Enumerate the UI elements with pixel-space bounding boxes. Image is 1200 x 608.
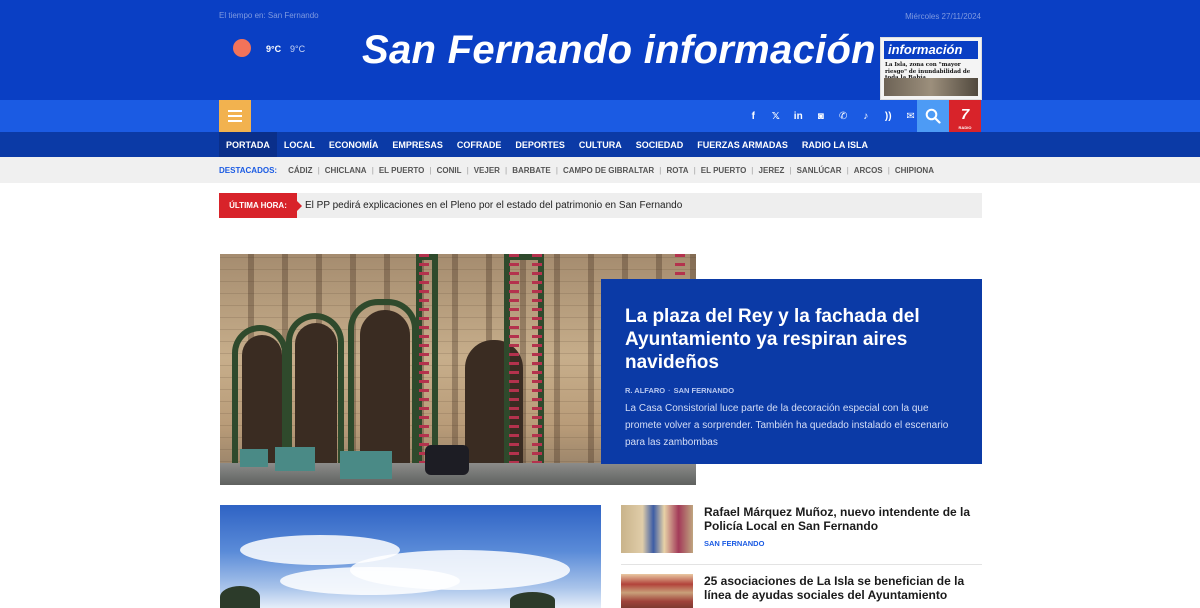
featured-link[interactable]: ARCOS (849, 166, 888, 175)
print-edition-masthead: información (884, 41, 978, 59)
radio-station-button[interactable]: 7 RADIO (949, 100, 981, 132)
tree-silhouette (220, 586, 260, 608)
tree-silhouette (510, 592, 555, 608)
featured-title: DESTACADOS: (219, 165, 278, 175)
nav-item-cultura[interactable]: CULTURA (572, 140, 629, 150)
linkedin-icon[interactable]: in (787, 111, 810, 122)
flower-decoration (419, 254, 429, 464)
featured-link[interactable]: ROTA (661, 166, 693, 175)
news-thumbnail[interactable] (621, 505, 693, 553)
planter (275, 447, 315, 471)
menu-icon-bar (228, 120, 242, 122)
featured-link[interactable]: CAMPO DE GIBRALTAR (558, 166, 659, 175)
facebook-icon[interactable]: f (742, 111, 765, 122)
social-links: f 𝕏 in ◙ ✆ ♪ )) ✉ (742, 100, 922, 132)
article-image[interactable] (220, 505, 601, 608)
featured-link[interactable]: EL PUERTO (374, 166, 430, 175)
rss-icon[interactable]: )) (877, 111, 900, 122)
top-toolbar (0, 100, 1200, 132)
planter (340, 451, 392, 479)
flower-decoration (532, 254, 542, 464)
hero-byline: R. ALFARO · SAN FERNANDO (625, 386, 958, 395)
featured-link[interactable]: VEJER (469, 166, 505, 175)
menu-icon-bar (228, 115, 242, 117)
weather-label[interactable]: El tiempo en: San Fernando (219, 11, 319, 20)
site-logo[interactable]: San Fernando información (362, 28, 876, 73)
hamburger-menu-button[interactable] (219, 100, 251, 132)
featured-link[interactable]: SANLÚCAR (792, 166, 847, 175)
news-divider (621, 564, 982, 565)
flower-decoration (509, 254, 519, 464)
instagram-icon[interactable]: ◙ (810, 111, 833, 122)
hero-section[interactable]: SAN FERNANDO (674, 386, 734, 395)
breaking-news-bar: ÚLTIMA HORA: El PP pedirá explicaciones … (219, 193, 982, 218)
news-item[interactable]: 25 asociaciones de La Isla se benefician… (621, 574, 982, 608)
whatsapp-icon[interactable]: ✆ (832, 111, 855, 122)
search-icon (925, 108, 941, 124)
radio-logo-number: 7 (960, 106, 970, 123)
news-headline[interactable]: 25 asociaciones de La Isla se benefician… (704, 574, 982, 602)
x-icon[interactable]: 𝕏 (765, 111, 788, 122)
featured-links: DESTACADOS: CÁDIZ | CHICLANA | EL PUERTO | … (219, 157, 939, 183)
featured-link[interactable]: CHIPIONA (890, 166, 939, 175)
temperature-min: 9°C (290, 44, 306, 54)
featured-link[interactable]: JEREZ (754, 166, 790, 175)
radio-logo-label: RADIO (958, 125, 972, 130)
planter (240, 449, 268, 467)
news-item[interactable]: Rafael Márquez Muñoz, nuevo intendente d… (621, 505, 982, 557)
featured-link[interactable]: CHICLANA (320, 166, 372, 175)
nav-item-fuerzas-armadas[interactable]: FUERZAS ARMADAS (690, 140, 795, 150)
menu-icon-bar (228, 110, 242, 112)
hero-card[interactable]: La plaza del Rey y la fachada del Ayunta… (601, 279, 982, 464)
hero-summary: La Casa Consistorial luce parte de la de… (625, 403, 949, 448)
cloud (280, 567, 460, 595)
sun-icon (233, 39, 251, 57)
featured-link[interactable]: CONIL (432, 166, 467, 175)
featured-link[interactable]: BARBATE (507, 166, 556, 175)
news-section[interactable]: SAN FERNANDO (704, 539, 764, 548)
featured-link[interactable]: EL PUERTO (696, 166, 752, 175)
tiktok-icon[interactable]: ♪ (855, 111, 878, 122)
hero-author[interactable]: R. ALFARO (625, 386, 665, 395)
temperature-max: 9°C (266, 44, 282, 54)
nav-item-sociedad[interactable]: SOCIEDAD (629, 140, 691, 150)
news-thumbnail[interactable] (621, 574, 693, 608)
current-date: Miércoles 27/11/2024 (905, 12, 981, 21)
nav-item-radio-la-isla[interactable]: RADIO LA ISLA (795, 140, 875, 150)
nav-item-empresas[interactable]: EMPRESAS (385, 140, 450, 150)
nav-item-local[interactable]: LOCAL (277, 140, 322, 150)
byline-separator: · (668, 386, 671, 395)
breaking-news-link[interactable]: El PP pedirá explicaciones en el Pleno p… (305, 193, 682, 218)
featured-link[interactable]: CÁDIZ (283, 166, 317, 175)
nav-item-deportes[interactable]: DEPORTES (508, 140, 572, 150)
nav-item-economia[interactable]: ECONOMÍA (322, 140, 386, 150)
print-edition-thumbnail[interactable]: información La Isla, zona con "mayor rie… (880, 37, 982, 100)
hero-headline[interactable]: La plaza del Rey y la fachada del Ayunta… (625, 305, 958, 374)
nav-item-cofrade[interactable]: COFRADE (450, 140, 509, 150)
worker-figure (425, 445, 469, 475)
search-button[interactable] (917, 100, 949, 132)
print-edition-photo (884, 78, 978, 96)
nav-item-portada[interactable]: PORTADA (219, 131, 277, 158)
news-headline[interactable]: Rafael Márquez Muñoz, nuevo intendente d… (704, 505, 982, 533)
breaking-news-tag: ÚLTIMA HORA: (219, 193, 302, 218)
section-nav-items: PORTADA LOCAL ECONOMÍA EMPRESAS COFRADE … (219, 131, 875, 158)
